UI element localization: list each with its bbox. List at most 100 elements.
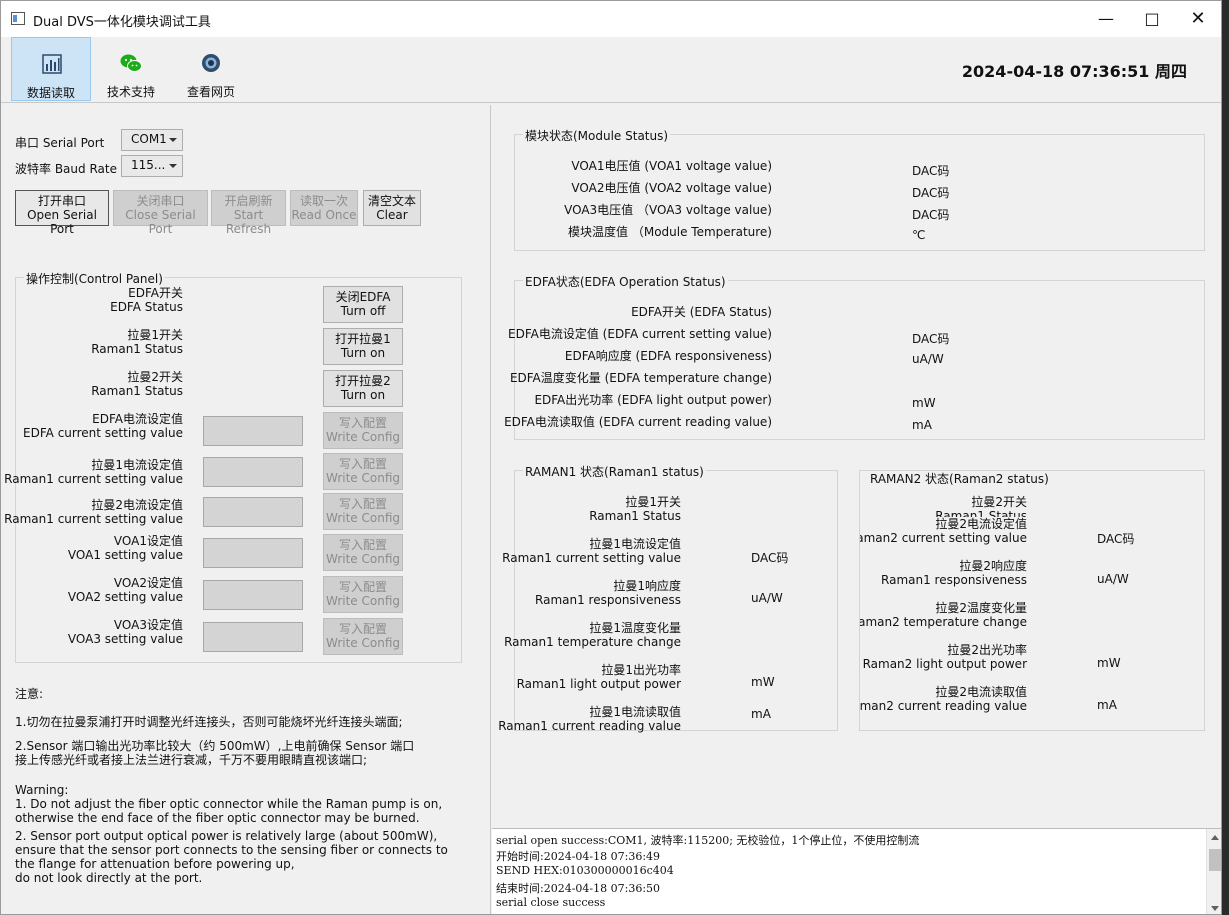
module-temperature-unit: ℃	[912, 228, 926, 242]
module-temperature-label: 模块温度值 （Module Temperature)	[568, 225, 772, 239]
raman2-switch-label: 拉曼2开关 Raman1 Status	[91, 370, 183, 398]
raman2-output-power-unit: mW	[1097, 656, 1121, 670]
raman2-output-power-label: 拉曼2出光功率 Raman2 light output power	[863, 643, 1027, 671]
right-pane: 模块状态(Module Status) VOA1电压值 (VOA1 voltag…	[492, 105, 1221, 828]
close-serial-port-button[interactable]: 关闭串口 Close Serial Port	[113, 190, 208, 236]
label-line2: Raman1 Status	[91, 384, 183, 398]
note-en-2a: 2. Sensor port output optical power is r…	[15, 829, 438, 843]
button-line1: 打开拉曼1	[335, 332, 391, 346]
label-line2: Raman1 Status	[589, 509, 681, 523]
baud-rate-select[interactable]: 115...	[121, 155, 183, 177]
raman2-responsiveness-label: 拉曼2响应度 Raman1 responsiveness	[881, 559, 1027, 587]
raman1-current-reading-label: 拉曼1电流读取值 Raman1 current reading value	[498, 705, 681, 733]
label-line2: Raman1 responsiveness	[535, 593, 681, 607]
log-line: serial close success	[496, 896, 606, 909]
open-serial-port-button[interactable]: 打开串口 Open Serial Port	[15, 190, 109, 236]
data-read-button[interactable]: 数据读取	[11, 37, 91, 101]
voa1-setting-label: VOA1设定值 VOA1 setting value	[68, 534, 183, 562]
voa2-write-config-button[interactable]: 写入配置 Write Config	[323, 576, 403, 613]
edfa-write-config-button[interactable]: 写入配置 Write Config	[323, 412, 403, 449]
serial-port-value: COM1	[131, 132, 167, 146]
title-bar: Dual DVS一体化模块调试工具 — □ ✕	[1, 1, 1221, 37]
read-once-button[interactable]: 读取一次 Read Once	[290, 190, 358, 226]
raman1-current-setting-status-label: 拉曼1电流设定值 Raman1 current setting value	[502, 537, 681, 565]
note-cn-1: 1.切勿在拉曼泵浦打开时调整光纤连接头，否则可能烧坏光纤连接头端面;	[15, 715, 403, 729]
voa3-setting-label: VOA3设定值 VOA3 setting value	[68, 618, 183, 646]
raman2-current-reading-label: 拉曼2电流读取值 Raman2 current reading value	[860, 685, 1027, 713]
module-status-group: 模块状态(Module Status) VOA1电压值 (VOA1 voltag…	[514, 127, 1205, 251]
serial-port-select[interactable]: COM1	[121, 129, 183, 151]
button-line2: Close Serial Port	[125, 208, 196, 236]
label-line1: EDFA开关	[128, 286, 183, 300]
edfa-current-input[interactable]	[203, 416, 303, 446]
window-title: Dual DVS一体化模块调试工具	[33, 15, 211, 30]
button-line1: 写入配置	[338, 497, 387, 511]
label-line2: Raman1 current setting value	[502, 551, 681, 565]
voa3-input[interactable]	[203, 622, 303, 652]
button-line2: Clear	[376, 208, 408, 222]
label-line2: Raman1 responsiveness	[881, 573, 1027, 587]
button-line2: Write Config	[326, 471, 400, 485]
log-scrollbar[interactable]	[1206, 829, 1221, 914]
bar-chart-icon	[42, 54, 62, 74]
voa3-write-config-button[interactable]: 写入配置 Write Config	[323, 618, 403, 655]
label-line1: 拉曼1电流设定值	[589, 537, 681, 551]
raman1-switch-label: 拉曼1开关 Raman1 Status	[91, 328, 183, 356]
log-line: 结束时间:2024-04-18 07:36:50	[496, 882, 661, 895]
notes-title-en: Warning:	[15, 783, 69, 797]
raman1-current-setting-unit: DAC码	[751, 551, 789, 565]
log-line: SEND HEX:010300000016c404	[496, 864, 674, 877]
module-status-title: 模块状态(Module Status)	[523, 127, 671, 144]
raman1-current-input[interactable]	[203, 457, 303, 487]
raman2-turn-on-button[interactable]: 打开拉曼2 Turn on	[323, 370, 403, 407]
label-line1: VOA2设定值	[113, 576, 183, 590]
button-line2: Start Refresh	[225, 208, 272, 236]
label-line1: 拉曼2响应度	[959, 559, 1027, 573]
maximize-button[interactable]: □	[1129, 1, 1175, 37]
voa2-input[interactable]	[203, 580, 303, 610]
button-line1: 写入配置	[338, 457, 387, 471]
label-line1: 拉曼1响应度	[613, 579, 681, 593]
raman2-write-config-button[interactable]: 写入配置 Write Config	[323, 493, 403, 530]
scroll-up-icon[interactable]	[1211, 835, 1219, 840]
tech-support-button[interactable]: 技术支持	[91, 37, 171, 101]
notes-title-cn: 注意:	[15, 687, 44, 701]
raman2-current-input[interactable]	[203, 497, 303, 527]
raman1-current-setting-label: 拉曼1电流设定值 Raman1 current setting value	[4, 458, 183, 486]
raman1-turn-on-button[interactable]: 打开拉曼1 Turn on	[323, 328, 403, 365]
close-button[interactable]: ✕	[1175, 1, 1221, 37]
scroll-thumb[interactable]	[1209, 849, 1221, 871]
edfa-status-group: EDFA状态(EDFA Operation Status) EDFA开关 (ED…	[504, 273, 1205, 440]
button-line2: Read Once	[291, 208, 357, 222]
raman2-temperature-change-label: 拉曼2温度变化量 Raman2 temperature change	[860, 601, 1027, 629]
edfa-switch-status-label: EDFA开关 (EDFA Status)	[631, 305, 772, 319]
scroll-down-icon[interactable]	[1211, 906, 1219, 911]
log-output[interactable]: serial open success:COM1, 波特率:115200; 无校…	[492, 828, 1221, 914]
minimize-button[interactable]: —	[1083, 1, 1129, 37]
label-line2: Raman1 light output power	[516, 677, 681, 691]
clear-text-button[interactable]: 清空文本 Clear	[363, 190, 421, 226]
label-line2: Raman1 Status	[91, 342, 183, 356]
raman1-write-config-button[interactable]: 写入配置 Write Config	[323, 453, 403, 490]
voa1-voltage-label: VOA1电压值 (VOA1 voltage value)	[571, 159, 772, 173]
app-icon	[11, 12, 25, 25]
label-line2: EDFA Status	[110, 300, 183, 314]
button-line2: Write Config	[326, 552, 400, 566]
voa1-input[interactable]	[203, 538, 303, 568]
raman1-responsiveness-unit: uA/W	[751, 591, 783, 605]
view-webpage-button[interactable]: 查看网页	[171, 37, 251, 101]
raman1-status-group: RAMAN1 状态(Raman1 status) 拉曼1开关 Raman1 St…	[498, 463, 838, 733]
voa3-voltage-label: VOA3电压值 （VOA3 voltage value)	[564, 203, 772, 217]
view-webpage-label: 查看网页	[186, 85, 235, 99]
voa1-write-config-button[interactable]: 写入配置 Write Config	[323, 534, 403, 571]
baud-rate-label: 波特率 Baud Rate	[15, 162, 117, 176]
edfa-turn-off-button[interactable]: 关闭EDFA Turn off	[323, 286, 403, 323]
start-refresh-button[interactable]: 开启刷新 Start Refresh	[211, 190, 286, 236]
voa3-voltage-unit: DAC码	[912, 208, 950, 222]
raman1-current-reading-unit: mA	[751, 707, 771, 721]
toolbar: 数据读取 技术支持 查看网页 2024-04-18 07:36:51 周四	[1, 37, 1221, 103]
button-line2: Turn on	[340, 388, 386, 402]
button-line2: Write Config	[326, 430, 400, 444]
note-en-1a: 1. Do not adjust the fiber optic connect…	[15, 797, 443, 811]
label-line2: Raman1 current setting value	[4, 512, 183, 526]
